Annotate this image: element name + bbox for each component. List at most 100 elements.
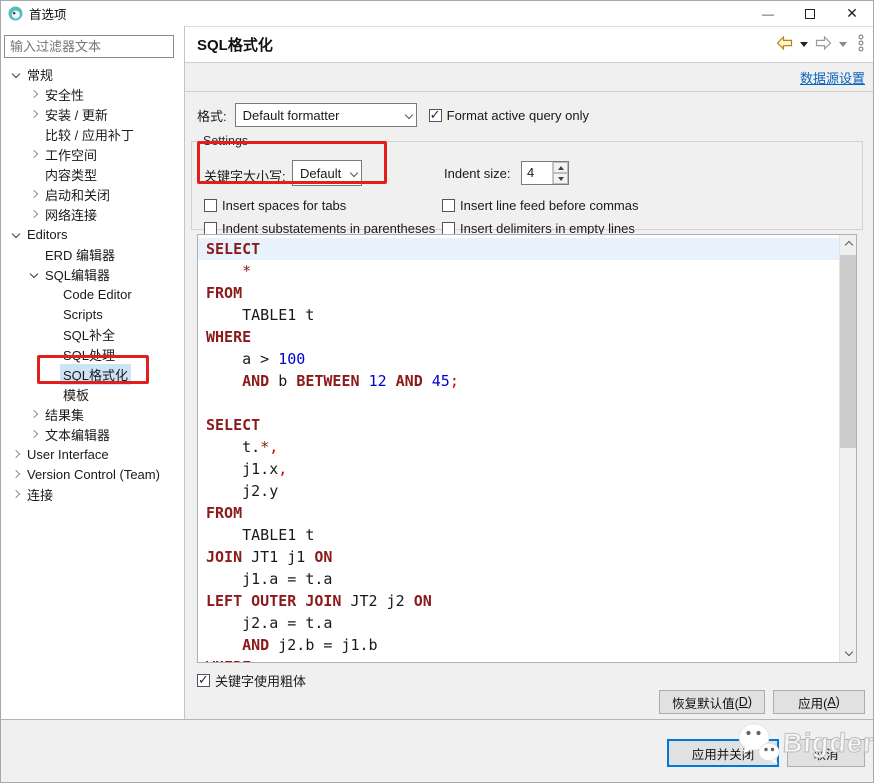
- tree-item[interactable]: ERD 编辑器: [1, 244, 183, 264]
- chevron-right-icon[interactable]: [7, 489, 24, 499]
- code-line: AND b BETWEEN 12 AND 45;: [242, 372, 459, 390]
- chevron-down-icon[interactable]: [25, 269, 42, 279]
- bold-keywords-checkbox[interactable]: [197, 672, 210, 688]
- sql-preview[interactable]: SELECT * FROM TABLE1 t WHERE a > 100 AND b…: [197, 234, 857, 663]
- chevron-right-icon[interactable]: [25, 89, 42, 99]
- tree-item[interactable]: User Interface: [1, 444, 183, 464]
- spinner-up-button[interactable]: [553, 162, 568, 173]
- tree-item[interactable]: 安全性: [1, 84, 183, 104]
- tree-item[interactable]: 连接: [1, 484, 183, 504]
- indent-size-label: Indent size:: [444, 166, 511, 181]
- restore-defaults-button[interactable]: 恢复默认值(D): [659, 690, 765, 714]
- maximize-button[interactable]: [789, 1, 831, 26]
- preferences-tree: 常规 安全性 安装 / 更新 比较 / 应用补丁工作空间 内容类型 启动和关闭 网络连接 Ed…: [1, 64, 183, 504]
- apply-button[interactable]: 应用(A): [773, 690, 865, 714]
- page-title: SQL格式化: [197, 37, 273, 54]
- tree-item[interactable]: Version Control (Team): [1, 464, 183, 484]
- formatter-combo[interactable]: Default formatter: [234, 103, 417, 127]
- chevron-right-icon[interactable]: [25, 189, 42, 199]
- tree-item[interactable]: 常规: [1, 64, 183, 84]
- code-line: t.*,: [206, 438, 279, 456]
- preferences-dialog: 首选项 — ✕ 常规安全性安装 / 更新比较 / 应用补丁工作空间内容类型启动和…: [0, 0, 874, 783]
- code-line: WHERE: [206, 328, 252, 346]
- code-line: FROM: [206, 284, 243, 302]
- filter-input[interactable]: [4, 35, 174, 58]
- tree-item-label: Version Control (Team): [27, 466, 160, 482]
- tree-item[interactable]: SQL格式化: [1, 363, 183, 385]
- chevron-right-icon[interactable]: [25, 209, 42, 219]
- cancel-button[interactable]: 取消: [787, 739, 865, 767]
- vertical-scrollbar[interactable]: [839, 235, 856, 662]
- tree-item[interactable]: 内容类型: [1, 164, 183, 184]
- tree-item-label: Editors: [27, 226, 68, 242]
- view-menu-icon[interactable]: [857, 34, 865, 55]
- apply-text: 应用(: [798, 696, 828, 711]
- tree-item[interactable]: Code Editor: [1, 284, 183, 304]
- code-line: JOIN JT1 j1 ON: [206, 548, 333, 566]
- minimize-button[interactable]: —: [747, 1, 789, 26]
- tree-item-label: Code Editor: [63, 286, 132, 302]
- tree-item[interactable]: 结果集: [1, 404, 183, 424]
- forward-history-dropdown-icon[interactable]: [839, 42, 847, 47]
- settings-group: Settings 关键字大小写: Default Indent size: 4 …: [191, 134, 863, 236]
- spinner-down-button[interactable]: [553, 173, 568, 184]
- tree-item-label: 常规: [27, 67, 54, 83]
- tree-item[interactable]: 安装 / 更新: [1, 104, 183, 124]
- main-panel: SQL格式化 数据源设置 格式: Default formatter ✓ For…: [185, 26, 873, 719]
- tree-item[interactable]: 启动和关闭: [1, 184, 183, 204]
- keyword-case-combo[interactable]: Default: [292, 160, 362, 186]
- scroll-down-button[interactable]: [840, 645, 856, 662]
- apply-and-close-button[interactable]: 应用并关闭: [667, 739, 779, 767]
- scroll-up-button[interactable]: [840, 235, 856, 252]
- triangle-down-icon: [557, 176, 564, 181]
- datasource-settings-link[interactable]: 数据源设置: [800, 68, 865, 87]
- action-row: 恢复默认值(D) 应用(A): [659, 690, 865, 714]
- page-header: SQL格式化: [185, 27, 873, 63]
- chevron-right-icon[interactable]: [25, 429, 42, 439]
- chevron-down-icon[interactable]: [7, 229, 24, 239]
- chevron-right-icon[interactable]: [25, 409, 42, 419]
- back-icon[interactable]: [776, 35, 793, 53]
- chevron-right-icon[interactable]: [25, 109, 42, 119]
- forward-icon[interactable]: [815, 35, 832, 53]
- restore-defaults-text: 恢复默认值(: [672, 696, 739, 711]
- code-line: j2.y: [206, 482, 279, 500]
- settings-legend: Settings: [203, 134, 249, 148]
- bold-keywords-label: 关键字使用粗体: [215, 674, 307, 689]
- tree-item[interactable]: 模板: [1, 384, 183, 404]
- scrollbar-thumb[interactable]: [840, 255, 856, 448]
- format-active-query-checkbox[interactable]: [428, 107, 442, 123]
- tree-item[interactable]: 网络连接: [1, 204, 183, 224]
- code-line: j2.a = t.a: [206, 614, 333, 632]
- code-line: j1.x,: [206, 460, 288, 478]
- tree-item-label: SQL格式化: [60, 363, 132, 385]
- code-line: a > 100: [206, 350, 306, 368]
- tree-item-label: 工作空间: [45, 147, 98, 163]
- close-button[interactable]: ✕: [831, 1, 873, 26]
- triangle-up-icon: [557, 165, 564, 170]
- chevron-right-icon[interactable]: [7, 449, 24, 459]
- tree-item[interactable]: SQL补全: [1, 324, 183, 344]
- keyword-case-value: Default: [300, 165, 342, 181]
- tree-item[interactable]: 文本编辑器: [1, 424, 183, 444]
- line-feed-before-commas-checkbox[interactable]: [442, 199, 455, 212]
- indent-size-spinner[interactable]: 4: [521, 161, 569, 185]
- chevron-right-icon[interactable]: [7, 469, 24, 479]
- chevron-right-icon[interactable]: [25, 149, 42, 159]
- format-label: 格式:: [197, 108, 227, 124]
- tree-item[interactable]: Editors: [1, 224, 183, 244]
- tree-item-label: 模板: [63, 387, 90, 403]
- tree-item[interactable]: 比较 / 应用补丁: [1, 124, 183, 144]
- tree-item-label: SQL处理: [63, 347, 116, 363]
- back-history-dropdown-icon[interactable]: [800, 42, 808, 47]
- tree-item[interactable]: 工作空间: [1, 144, 183, 164]
- line-feed-before-commas-label: Insert line feed before commas: [460, 198, 639, 213]
- tree-item[interactable]: Scripts: [1, 304, 183, 324]
- tree-item-label: 连接: [27, 487, 54, 503]
- code-line: TABLE1 t: [206, 526, 315, 544]
- tree-item[interactable]: SQL处理: [1, 344, 183, 364]
- code-line: *: [242, 262, 252, 280]
- tree-item[interactable]: SQL编辑器: [1, 264, 183, 284]
- insert-spaces-for-tabs-checkbox[interactable]: [204, 199, 217, 212]
- chevron-down-icon[interactable]: [7, 69, 24, 79]
